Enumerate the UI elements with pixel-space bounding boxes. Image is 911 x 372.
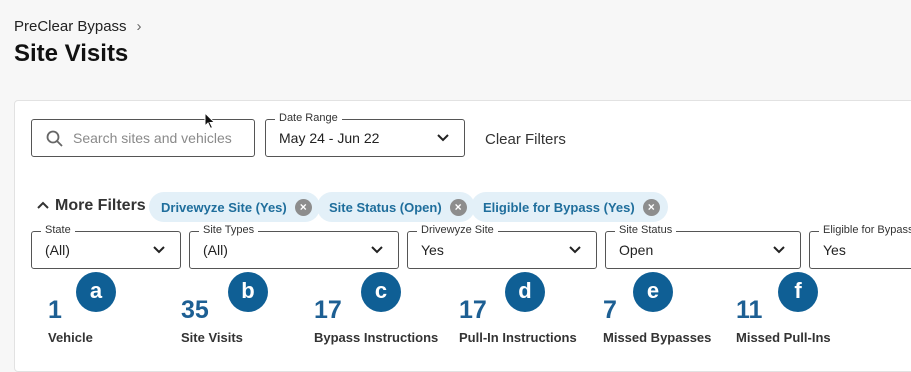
state-value: (All)	[45, 242, 70, 258]
chevron-down-icon	[153, 246, 165, 254]
eligible-for-bypass-select[interactable]: Eligible for Bypass Yes	[809, 224, 911, 269]
state-select[interactable]: State (All)	[31, 224, 181, 269]
drivewyze-site-value: Yes	[421, 242, 444, 258]
state-label: State	[41, 224, 75, 236]
search-placeholder: Search sites and vehicles	[73, 130, 232, 146]
stat-label: Vehicle	[48, 330, 93, 345]
close-icon[interactable]: ×	[642, 198, 660, 216]
more-filters-toggle[interactable]: More Filters	[37, 197, 146, 215]
close-icon[interactable]: ×	[294, 198, 312, 216]
search-icon	[46, 130, 63, 147]
site-status-select[interactable]: Site Status Open	[605, 224, 801, 269]
date-range-select[interactable]: Date Range May 24 - Jun 22	[265, 112, 465, 157]
annotation-badge-d: d	[505, 272, 545, 312]
breadcrumb-parent-link[interactable]: PreClear Bypass	[14, 18, 127, 35]
annotation-badge-e: e	[633, 272, 673, 312]
stat-label: Missed Pull-Ins	[736, 330, 831, 345]
date-range-value: May 24 - Jun 22	[279, 130, 380, 146]
site-status-value: Open	[619, 242, 654, 258]
mouse-cursor-icon	[204, 112, 216, 130]
chevron-down-icon	[569, 246, 581, 254]
search-input[interactable]: Search sites and vehicles	[31, 119, 255, 157]
site-status-label: Site Status	[615, 224, 677, 236]
stat-label: Site Visits	[181, 330, 243, 345]
annotation-badge-f: f	[778, 272, 818, 312]
more-filters-label: More Filters	[55, 197, 146, 214]
chevron-down-icon	[437, 134, 449, 142]
annotation-badge-c: c	[361, 272, 401, 312]
close-icon[interactable]: ×	[449, 198, 467, 216]
annotation-badge-a: a	[76, 272, 116, 312]
eligible-for-bypass-value: Yes	[823, 242, 846, 258]
chevron-right-icon: ›	[136, 18, 142, 35]
filters-panel: Search sites and vehicles Date Range May…	[14, 100, 911, 372]
filter-chip-eligible-bypass: Eligible for Bypass (Yes) ×	[471, 192, 668, 222]
chip-label: Drivewyze Site (Yes)	[161, 199, 287, 215]
filter-chip-site-status: Site Status (Open) ×	[317, 192, 475, 222]
stat-label: Missed Bypasses	[603, 330, 712, 345]
drivewyze-site-select[interactable]: Drivewyze Site Yes	[407, 224, 597, 269]
page-title: Site Visits	[14, 40, 129, 67]
eligible-for-bypass-label: Eligible for Bypass	[819, 224, 911, 236]
site-types-select[interactable]: Site Types (All)	[189, 224, 399, 269]
filter-chip-drivewyze-site: Drivewyze Site (Yes) ×	[149, 192, 320, 222]
date-range-label: Date Range	[275, 112, 342, 124]
site-types-value: (All)	[203, 242, 228, 258]
chevron-down-icon	[773, 246, 785, 254]
drivewyze-site-label: Drivewyze Site	[417, 224, 498, 236]
clear-filters-button[interactable]: Clear Filters	[485, 131, 566, 148]
stat-label: Bypass Instructions	[314, 330, 439, 345]
stat-label: Pull-In Instructions	[459, 330, 577, 345]
annotation-badge-b: b	[228, 272, 268, 312]
site-types-label: Site Types	[199, 224, 259, 236]
chevron-down-icon	[371, 246, 383, 254]
chip-label: Eligible for Bypass (Yes)	[483, 199, 635, 215]
chevron-up-icon	[37, 201, 49, 209]
chip-label: Site Status (Open)	[329, 199, 442, 215]
breadcrumb: PreClear Bypass ›	[14, 18, 142, 35]
